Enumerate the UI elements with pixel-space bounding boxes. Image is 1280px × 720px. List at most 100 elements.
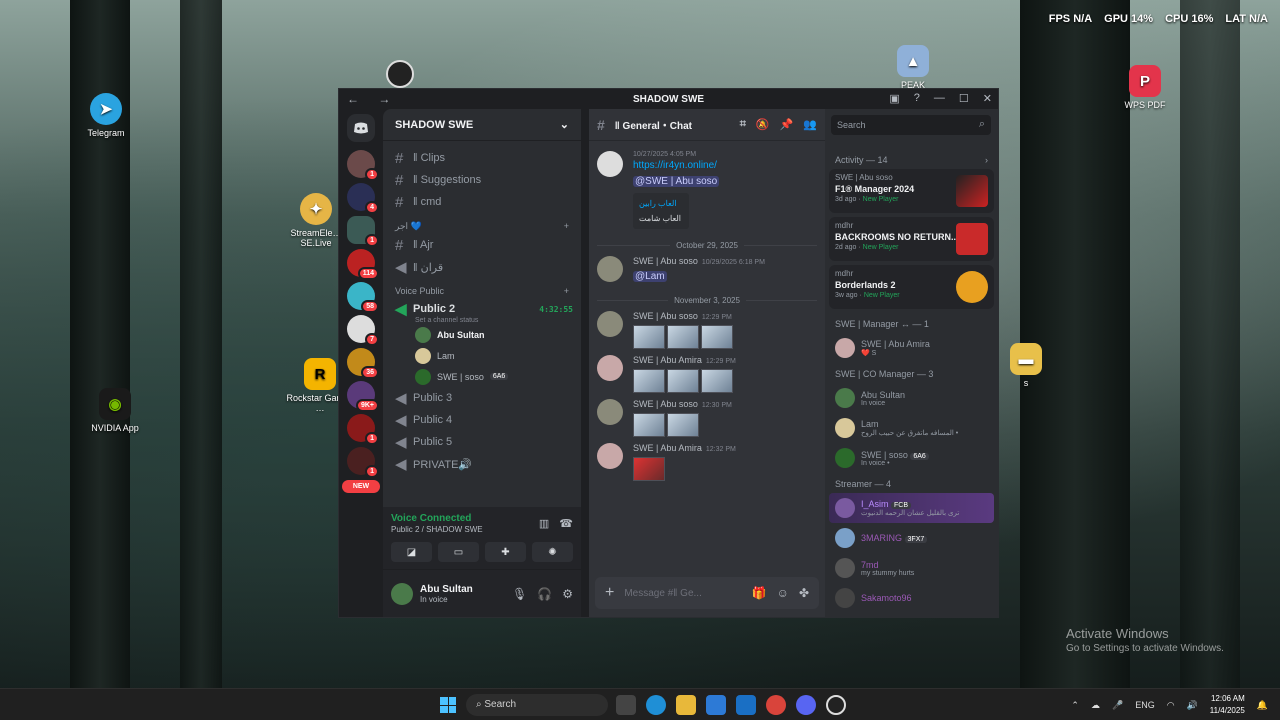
user-mention[interactable]: @Lam xyxy=(633,271,667,282)
wifi-icon[interactable]: ◠ xyxy=(1167,700,1175,711)
server-icon[interactable]: 114 xyxy=(347,249,379,280)
member-item[interactable]: I_Asim FCB ترى بالقليل عشان الرحمه الدنيو… xyxy=(829,493,994,523)
channel-suggestions[interactable]: # ‖ Suggestions xyxy=(383,169,581,191)
channel-quran[interactable]: ◀ ‖ قران xyxy=(383,256,581,278)
member-item[interactable]: Lam المسافه ماتفرق عن حبيب الروح • xyxy=(829,413,994,443)
disconnect-icon[interactable]: ☎ xyxy=(559,517,573,530)
wps-pdf-desktop-icon[interactable]: P WPS PDF xyxy=(1110,65,1180,110)
message[interactable]: SWE | Abu soso 10/29/2025 6:18 PM @Lam xyxy=(597,256,817,284)
server-icon[interactable]: 1 xyxy=(347,447,379,478)
file-explorer-icon[interactable] xyxy=(676,695,696,715)
soundboard-button[interactable]: ✺ xyxy=(532,542,573,562)
activity-card[interactable]: SWE | Abu soso F1® Manager 2024 3d ago ·… xyxy=(829,169,994,213)
server-icon[interactable]: 1 xyxy=(347,150,379,181)
avatar[interactable] xyxy=(391,582,413,605)
server-icon[interactable]: 58 xyxy=(347,282,379,313)
apps-icon[interactable]: ✤ xyxy=(799,586,809,600)
noise-suppression-icon[interactable]: ▥ xyxy=(539,517,549,530)
message[interactable]: SWE | Abu soso 12:29 PM xyxy=(597,311,817,349)
server-icon[interactable]: 1 xyxy=(347,216,379,247)
volume-icon[interactable]: 🔊 xyxy=(1187,700,1198,711)
add-channel-icon[interactable]: + xyxy=(564,221,569,232)
pin-icon[interactable]: 📌 xyxy=(780,118,794,131)
member-item[interactable]: SWE | Abu Amira ❤️ S xyxy=(829,333,994,363)
message[interactable]: SWE | Abu Amira 12:29 PM xyxy=(597,355,817,393)
discord-home-icon[interactable] xyxy=(347,114,375,142)
obs-icon[interactable] xyxy=(386,60,414,88)
close-button[interactable]: ✕ xyxy=(983,92,992,105)
screen-share-button[interactable]: ▭ xyxy=(438,542,479,562)
voice-channel-public-3[interactable]: ◀ Public 3 xyxy=(383,387,581,409)
category-ajr[interactable]: اجر 💙 + xyxy=(383,213,581,234)
chrome-icon[interactable] xyxy=(766,695,786,715)
member-item[interactable]: Sakamoto96 xyxy=(829,583,994,613)
microphone-icon[interactable]: 🎤 xyxy=(1112,700,1123,711)
emoji-icon[interactable]: ☺ xyxy=(777,586,789,600)
activity-header[interactable]: Activity — 14 › xyxy=(829,149,994,169)
message[interactable]: 10/27/2025 4:05 PM https://ir4yn.online/… xyxy=(597,151,817,229)
search-input[interactable]: Search ⌕ xyxy=(831,115,991,135)
telegram-desktop-icon[interactable]: ➤ Telegram xyxy=(71,93,141,138)
cloud-icon[interactable]: ☁ xyxy=(1091,700,1100,711)
voice-user[interactable]: SWE | soso 6A6 xyxy=(383,366,581,387)
peak-desktop-icon[interactable]: ▲ PEAK xyxy=(878,45,948,90)
help-icon[interactable]: ? xyxy=(914,92,920,105)
message[interactable]: SWE | Abu soso 12:30 PM xyxy=(597,399,817,437)
folder-desktop-icon[interactable]: ▬ s xyxy=(991,343,1061,388)
image-attachments[interactable] xyxy=(633,369,736,393)
voice-channel-name[interactable]: Public 2 / SHADOW SWE xyxy=(391,525,483,534)
new-badge[interactable]: NEW xyxy=(342,480,380,493)
activities-button[interactable]: ✚ xyxy=(485,542,526,562)
link-embed[interactable]: العاب رابين العاب شامت xyxy=(633,193,689,229)
server-icon[interactable]: 9K+ xyxy=(347,381,379,412)
image-attachments[interactable] xyxy=(633,457,736,481)
outlook-icon[interactable] xyxy=(736,695,756,715)
category-voice-public[interactable]: Voice Public + xyxy=(383,278,581,298)
message-input[interactable]: Message #‖ Ge... xyxy=(624,588,702,599)
voice-user[interactable]: Abu Sultan xyxy=(383,324,581,345)
voice-channel-public-5[interactable]: ◀ Public 5 xyxy=(383,431,581,453)
message-link[interactable]: https://ir4yn.online/ xyxy=(633,160,719,171)
add-channel-icon[interactable]: + xyxy=(564,286,569,296)
gift-icon[interactable]: 🎁 xyxy=(752,586,767,600)
notifications-icon[interactable]: 🔕 xyxy=(756,118,770,131)
channel-status[interactable]: Set a channel status xyxy=(383,317,581,324)
user-mention[interactable]: @SWE | Abu soso xyxy=(633,176,720,187)
store-icon[interactable] xyxy=(706,695,726,715)
message[interactable]: SWE | Abu Amira 12:32 PM xyxy=(597,443,817,481)
language-indicator[interactable]: ENG xyxy=(1135,700,1155,710)
server-icon[interactable]: 4 xyxy=(347,183,379,214)
member-item[interactable]: SWE | soso 6A6 In voice • xyxy=(829,443,994,473)
server-icon[interactable]: 1 xyxy=(347,414,379,445)
obs-taskbar-icon[interactable] xyxy=(826,695,846,715)
start-button[interactable] xyxy=(440,697,456,713)
maximize-button[interactable]: ☐ xyxy=(959,92,969,105)
member-item[interactable]: 7md my stummy hurts xyxy=(829,553,994,583)
channel-cmd[interactable]: # ‖ cmd xyxy=(383,191,581,213)
headphones-icon[interactable]: 🎧 xyxy=(537,587,552,601)
inbox-icon[interactable]: ▣ xyxy=(889,92,899,105)
members-icon[interactable]: 👥 xyxy=(803,118,817,131)
image-attachments[interactable] xyxy=(633,413,732,437)
clock[interactable]: 12:06 AM 11/4/2025 xyxy=(1210,693,1245,717)
voice-channel-private[interactable]: ◀ PRIVATE🔊 xyxy=(383,453,581,475)
message-composer[interactable]: + Message #‖ Ge... 🎁 ☺ ✤ xyxy=(595,577,819,609)
member-item[interactable]: Abu Sultan In voice xyxy=(829,383,994,413)
activity-card[interactable]: mdhr BACKROOMS NO RETURN... 2d ago · New… xyxy=(829,217,994,261)
voice-channel-public-4[interactable]: ◀ Public 4 xyxy=(383,409,581,431)
chevron-up-icon[interactable]: ⌃ xyxy=(1071,700,1079,711)
image-attachments[interactable] xyxy=(633,325,733,349)
taskbar-search[interactable]: ⌕ Search xyxy=(466,694,608,716)
voice-user[interactable]: Lam xyxy=(383,345,581,366)
server-icon[interactable]: 36 xyxy=(347,348,379,379)
server-header[interactable]: SHADOW SWE ⌄ xyxy=(383,109,581,141)
microphone-icon[interactable]: 🎙 xyxy=(512,587,527,601)
edge-icon[interactable] xyxy=(646,695,666,715)
notifications-icon[interactable]: 🔔 xyxy=(1257,700,1268,711)
minimize-button[interactable]: — xyxy=(934,92,945,105)
member-item[interactable]: 3MARING 3FX7 xyxy=(829,523,994,553)
activity-card[interactable]: mdhr Borderlands 2 3w ago · New Player xyxy=(829,265,994,309)
discord-taskbar-icon[interactable] xyxy=(796,695,816,715)
server-icon[interactable]: 7 xyxy=(347,315,379,346)
task-view-icon[interactable] xyxy=(616,695,636,715)
